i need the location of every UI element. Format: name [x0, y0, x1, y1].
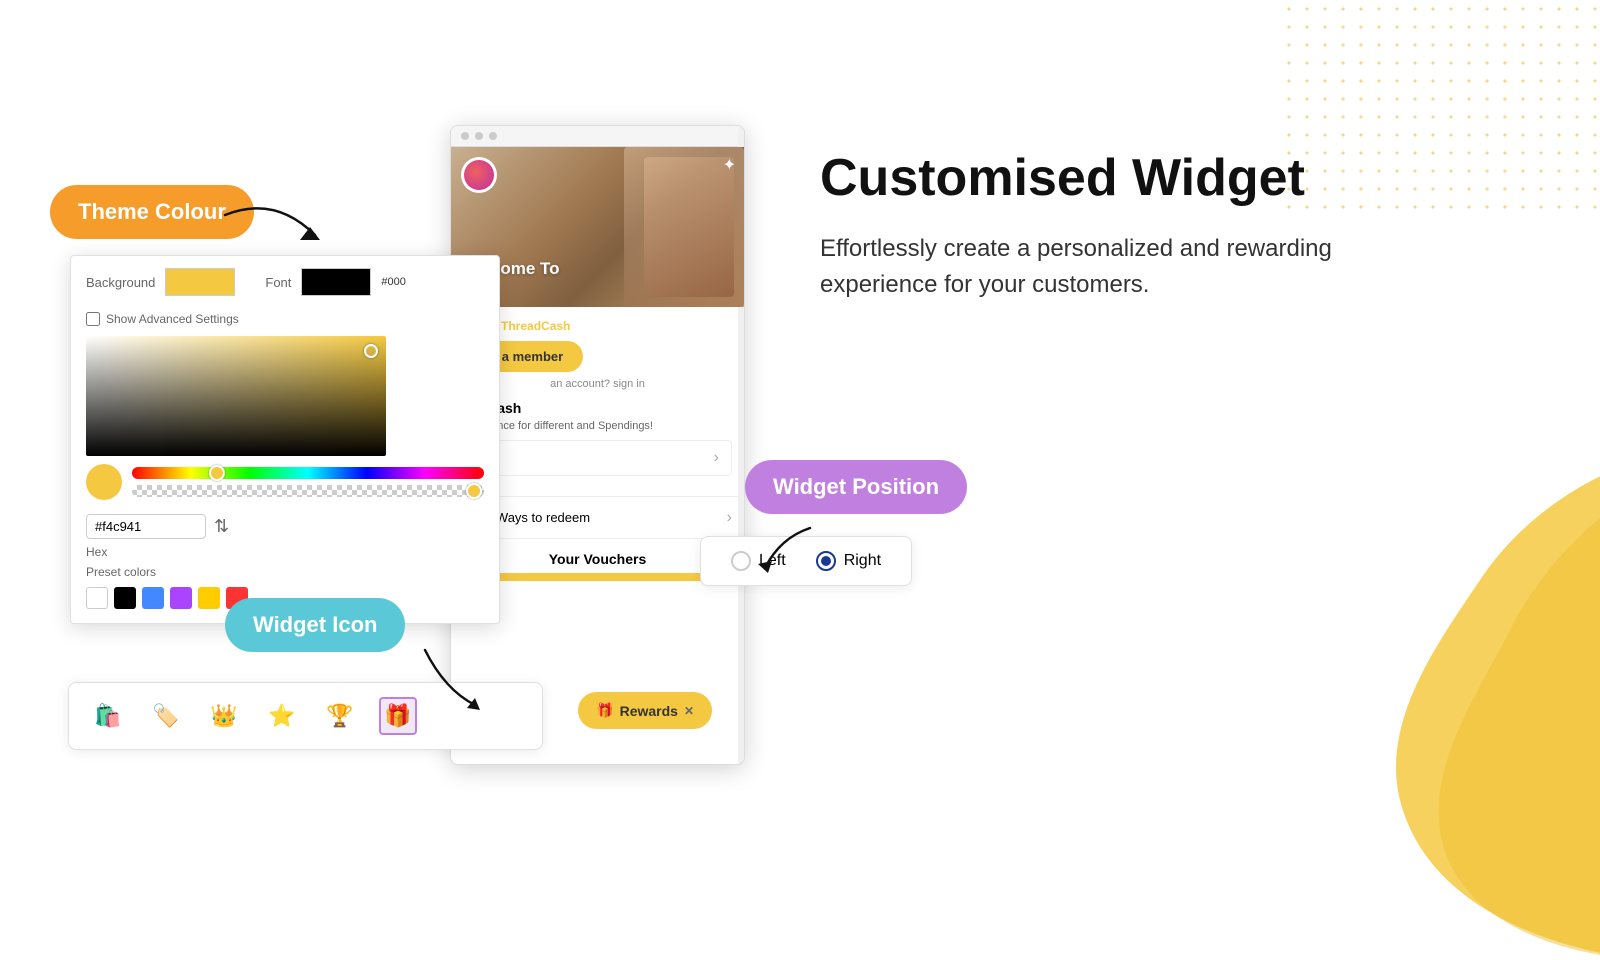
rewards-icon: 🎁: [596, 702, 613, 719]
browser-dot-1: [461, 132, 469, 140]
widget-icon-badge: Widget Icon: [225, 598, 405, 652]
icon-option-tag[interactable]: 🏷️: [147, 697, 185, 735]
preset-white[interactable]: [86, 587, 108, 609]
preset-purple[interactable]: [170, 587, 192, 609]
widget-icon-arrow: [415, 640, 495, 720]
browser-dot-3: [489, 132, 497, 140]
widget-logo-inner: [464, 160, 494, 190]
position-arrow: [750, 518, 830, 578]
widget-section-title: eadCash: [463, 400, 732, 416]
hex-row: ⇅: [71, 508, 499, 545]
position-right-label: Right: [844, 552, 881, 570]
ways-label: Ways to redeem: [496, 510, 590, 525]
ways-arrow: ›: [727, 509, 732, 527]
font-hex-value: #000: [381, 276, 405, 288]
show-advanced-label: Show Advanced Settings: [106, 312, 239, 326]
opacity-slider[interactable]: [132, 485, 484, 497]
widget-star: ✦: [723, 155, 736, 175]
hex-input[interactable]: [86, 514, 206, 539]
preset-blue[interactable]: [142, 587, 164, 609]
browser-dot-2: [475, 132, 483, 140]
rewards-close-icon[interactable]: ✕: [684, 704, 694, 718]
hex-label: Hex: [71, 545, 499, 559]
hex-arrows[interactable]: ⇅: [214, 516, 229, 537]
icon-option-gift[interactable]: 🎁: [379, 697, 417, 735]
page-title: Customised Widget: [820, 150, 1400, 207]
widget-earn-line: get 20 ThreadCash: [463, 319, 732, 333]
learn-more-arrow: ›: [714, 449, 719, 467]
yellow-blob-decoration: [1300, 460, 1600, 960]
gradient-cursor[interactable]: [364, 344, 378, 358]
radio-left-outer[interactable]: [731, 551, 751, 571]
color-preview-circle: [86, 464, 122, 500]
page-subtitle: Effortlessly create a personalized and r…: [820, 231, 1400, 303]
show-advanced-checkbox[interactable]: [86, 312, 100, 326]
main-container: Theme Colour Background Font #000 Show A…: [0, 0, 1600, 900]
preset-yellow[interactable]: [198, 587, 220, 609]
show-advanced-row: Show Advanced Settings: [71, 308, 499, 336]
bg-label: Background: [86, 275, 155, 290]
hue-cursor: [209, 465, 225, 481]
widget-logo: [461, 157, 497, 193]
theme-arrow: [215, 185, 335, 265]
right-section: Customised Widget Effortlessly create a …: [820, 150, 1400, 303]
preset-black[interactable]: [114, 587, 136, 609]
vouchers-bar: [463, 573, 732, 581]
bg-color-swatch[interactable]: [165, 268, 235, 296]
widget-signin: an account? sign in: [463, 378, 732, 390]
rewards-button[interactable]: 🎁 Rewards ✕: [578, 692, 712, 729]
preset-label: Preset colors: [71, 559, 499, 583]
font-color-swatch[interactable]: [301, 268, 371, 296]
icon-option-bag[interactable]: 🛍️: [89, 697, 127, 735]
opacity-cursor: [466, 483, 482, 499]
color-preview-row: [71, 456, 499, 508]
rewards-label: Rewards: [620, 703, 678, 719]
browser-header: [451, 126, 744, 147]
widget-position-badge: Widget Position: [745, 460, 967, 514]
vouchers-title: Your Vouchers: [463, 551, 732, 567]
font-label: Font: [265, 275, 291, 290]
color-picker-panel: Background Font #000 Show Advanced Setti…: [70, 255, 500, 624]
icon-option-trophy[interactable]: 🏆: [321, 697, 359, 735]
icon-option-star[interactable]: ⭐: [263, 697, 301, 735]
icon-option-crown[interactable]: 👑: [205, 697, 243, 735]
learn-more-row: arn ›: [463, 440, 732, 476]
widget-section-sub: at Balance for different and Spendings!: [463, 420, 732, 432]
gradient-picker[interactable]: [86, 336, 386, 456]
hue-slider[interactable]: [132, 467, 484, 479]
hue-slider-container: [132, 467, 484, 497]
